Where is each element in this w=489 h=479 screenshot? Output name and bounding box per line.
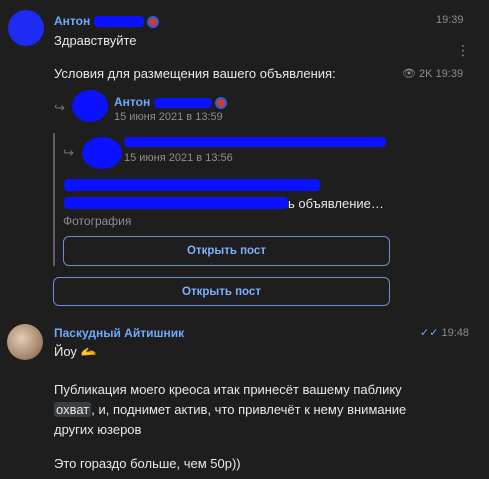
- avatar[interactable]: [7, 324, 43, 360]
- message-line: других юзеров: [54, 422, 142, 437]
- message-text: , и, поднимет актив, что привлечёт к нем…: [91, 402, 407, 417]
- forwarded-avatar[interactable]: [82, 137, 122, 169]
- open-post-button[interactable]: Открыть пост: [53, 277, 390, 306]
- views-count: 2K: [419, 68, 433, 80]
- message-text: ь объявление…: [288, 196, 384, 211]
- author-name[interactable]: Паскудный Айтишник: [54, 326, 184, 340]
- forward-icon: ↪: [63, 145, 74, 160]
- open-post-button[interactable]: Открыть пост: [63, 236, 390, 266]
- more-icon[interactable]: ⋮: [456, 42, 470, 59]
- avatar[interactable]: [8, 10, 44, 46]
- redacted-name: [93, 16, 144, 28]
- quote-bar: [53, 133, 55, 266]
- message-status: ✓✓ 19:48: [420, 326, 469, 339]
- message-paragraph: Публикация моего креоса итак принесёт ва…: [54, 380, 464, 440]
- forwarded-author-row: Антон: [114, 94, 228, 109]
- forwarded-date: 15 июня 2021 в 13:56: [124, 152, 233, 164]
- author-name-row: Антон: [54, 13, 160, 28]
- double-check-icon: ✓✓: [420, 327, 439, 339]
- views-counter: 👁 2K 19:39: [402, 67, 463, 80]
- message-line: Публикация моего креоса итак принесёт ва…: [54, 382, 402, 397]
- captain-shield-icon: [215, 96, 228, 109]
- message-text: Йоу 🫴: [54, 344, 97, 359]
- captain-shield-icon: [147, 15, 160, 28]
- message-text: Это гораздо больше, чем 50р)): [54, 456, 241, 471]
- photo-label: Фотография: [63, 214, 132, 228]
- forwarded-date: 15 июня 2021 в 13:59: [114, 111, 223, 123]
- author-name[interactable]: Антон: [54, 14, 90, 28]
- message-text: Здравствуйте: [54, 33, 137, 48]
- message-time: 19:48: [441, 327, 470, 339]
- redacted-name: [153, 97, 212, 108]
- eye-icon: 👁: [402, 68, 416, 80]
- message-text: Условия для размещения вашего объявления…: [54, 66, 336, 81]
- forwarded-avatar[interactable]: [72, 90, 108, 122]
- highlighted-word: охват: [54, 402, 92, 417]
- message-line: охват, и, поднимет актив, что привлечёт …: [54, 400, 464, 420]
- message-time: 19:39: [436, 14, 464, 26]
- redacted-text: [64, 179, 320, 191]
- redacted-name: [124, 137, 386, 147]
- redacted-text: [64, 197, 288, 209]
- forwarded-author[interactable]: Антон: [114, 95, 150, 109]
- forward-icon: ↪: [54, 100, 65, 115]
- message-time: 19:39: [435, 68, 464, 80]
